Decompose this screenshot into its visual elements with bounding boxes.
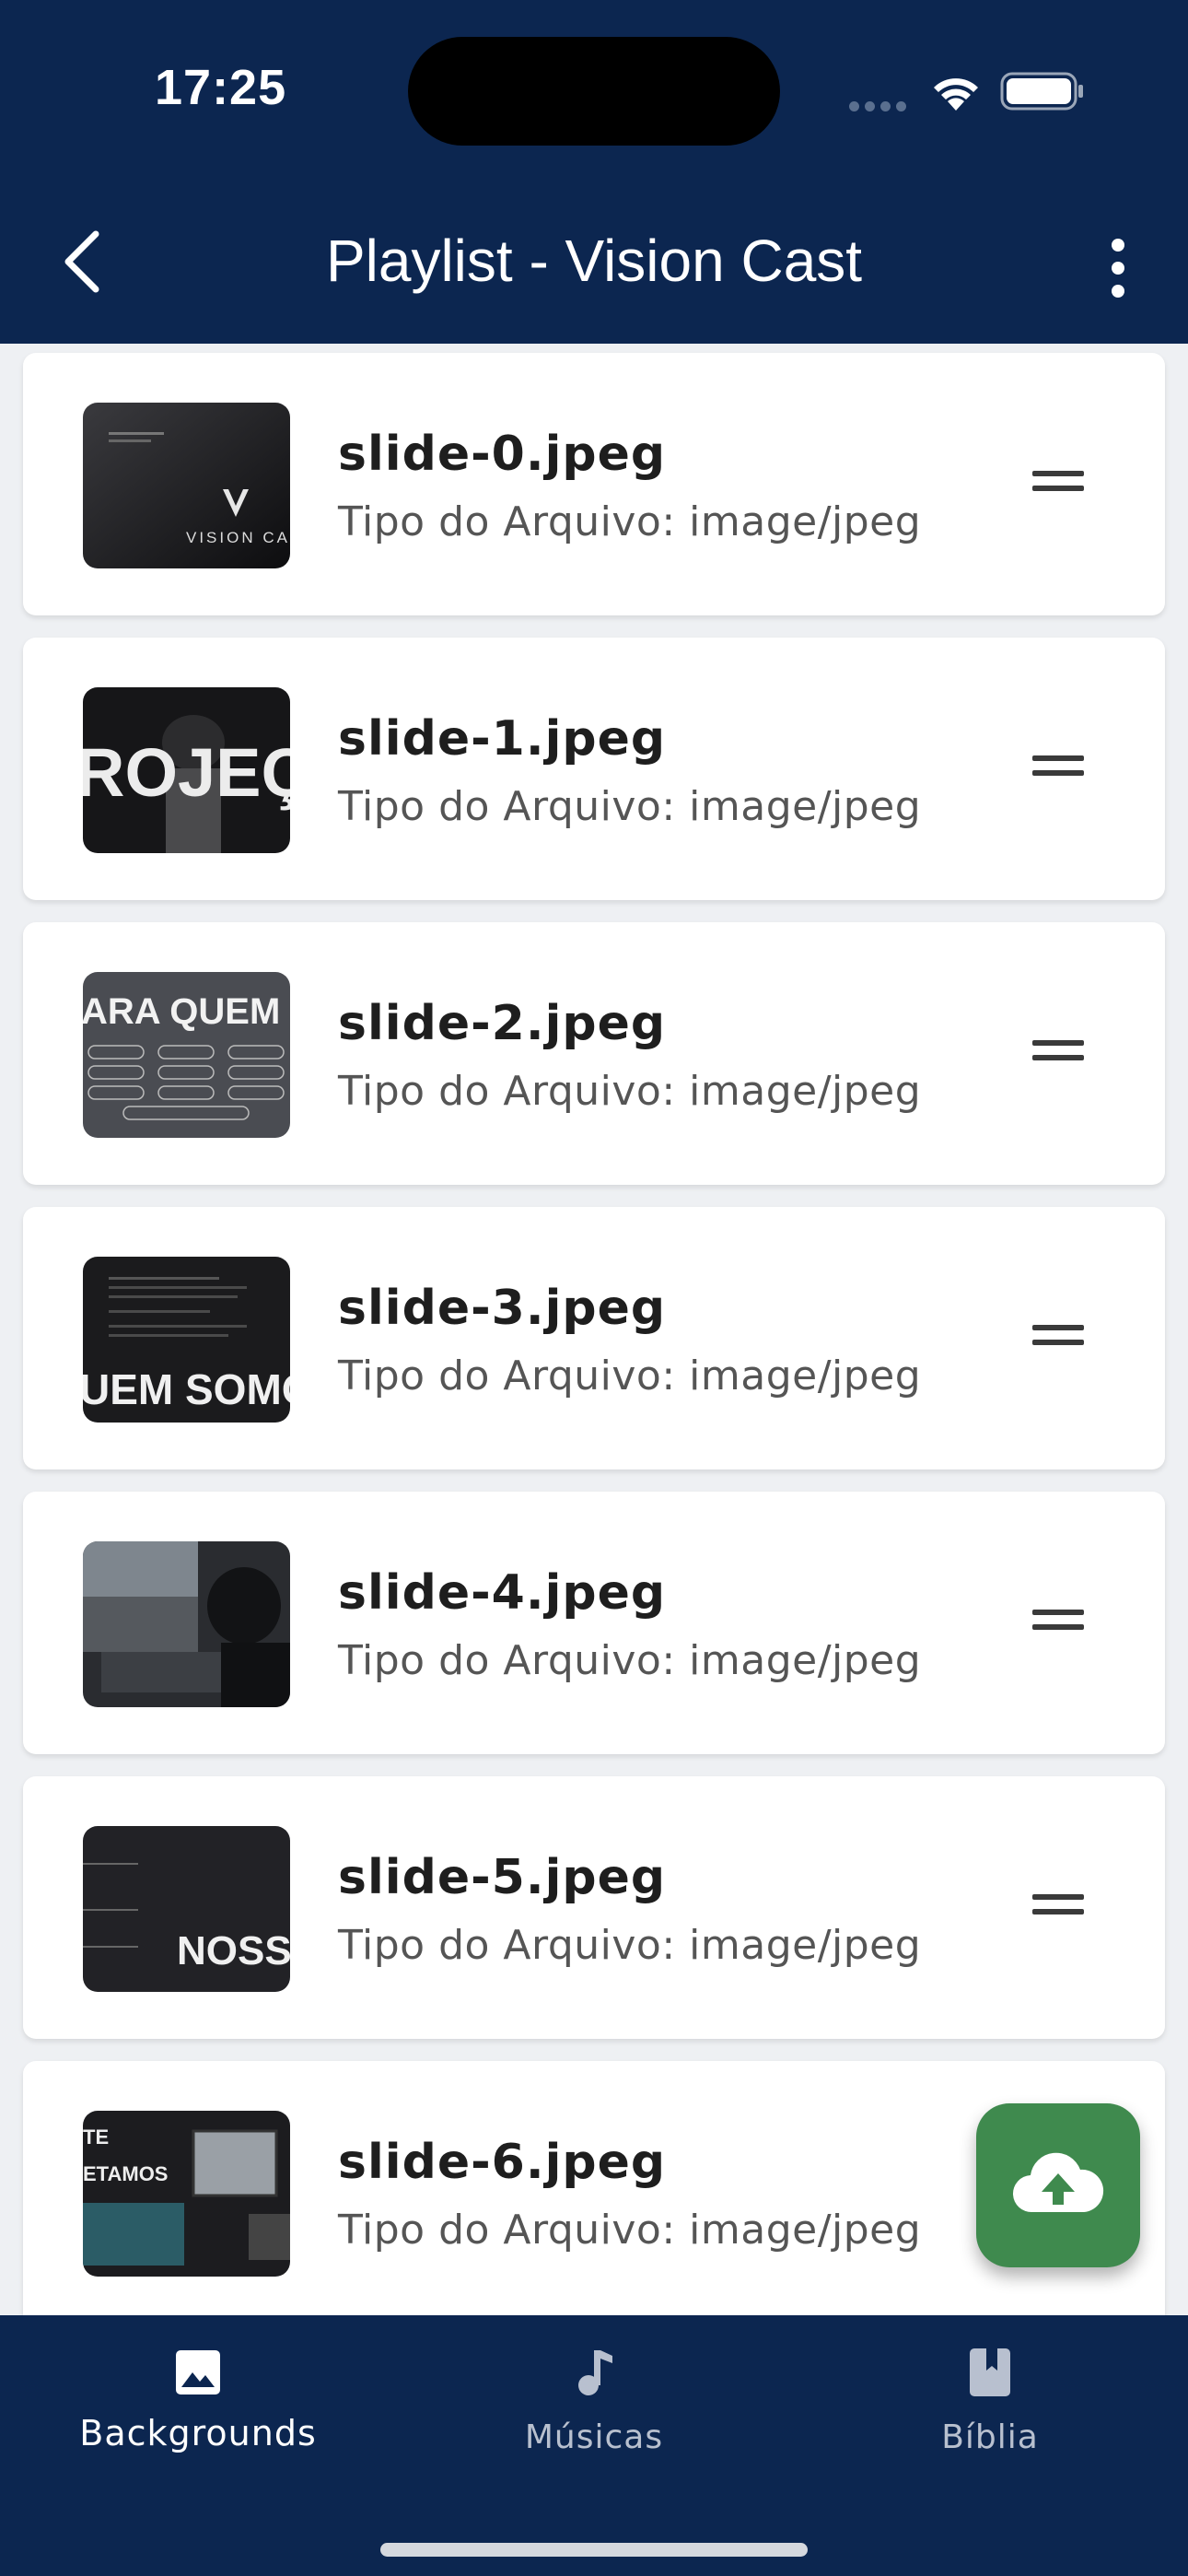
tab-label: Backgrounds (79, 2413, 317, 2453)
drag-handle-icon[interactable] (1032, 1040, 1084, 1066)
svg-text:ROJEÇÃ: ROJEÇÃ (83, 734, 290, 811)
file-thumbnail: NOSSO DI (83, 1826, 290, 1992)
svg-text:TE: TE (83, 2125, 109, 2149)
file-thumbnail: TE ETAMOS (83, 2111, 290, 2277)
file-name: slide-6.jpeg (338, 2135, 667, 2190)
drag-handle-icon[interactable] (1032, 1325, 1084, 1351)
dynamic-island (408, 37, 780, 146)
file-name: slide-2.jpeg (338, 996, 667, 1051)
home-indicator (380, 2543, 808, 2557)
drag-handle-icon[interactable] (1032, 471, 1084, 497)
drag-handle-icon[interactable] (1032, 1610, 1084, 1635)
bottom-navigation: Backgrounds Músicas Bíblia (0, 2315, 1188, 2576)
file-type: Tipo do Arquivo: image/jpeg (338, 1068, 922, 1115)
list-item[interactable]: VISION CAS slide-0.jpeg Tipo do Arquivo:… (23, 353, 1165, 615)
drag-handle-icon[interactable] (1032, 1894, 1084, 1920)
file-type: Tipo do Arquivo: image/jpeg (338, 2207, 922, 2254)
file-thumbnail: ROJEÇÃ (83, 687, 290, 853)
list-item[interactable]: slide-4.jpeg Tipo do Arquivo: image/jpeg (23, 1492, 1165, 1754)
page-title: Playlist - Vision Cast (325, 228, 863, 294)
list-item[interactable]: NOSSO DI slide-5.jpeg Tipo do Arquivo: i… (23, 1776, 1165, 2039)
list-item[interactable]: UEM SOMOS slide-3.jpeg Tipo do Arquivo: … (23, 1207, 1165, 1469)
book-icon (970, 2348, 1010, 2396)
file-thumbnail: ARA QUEM SERVE (83, 972, 290, 1138)
file-name: slide-5.jpeg (338, 1850, 667, 1905)
svg-text:UEM SOMOS: UEM SOMOS (83, 1365, 290, 1413)
upload-button[interactable] (976, 2103, 1140, 2267)
more-vertical-icon (1112, 239, 1124, 252)
music-note-icon (578, 2350, 612, 2395)
app-header: 17:25 Playlist - Vision Cast (0, 0, 1188, 344)
svg-text:ETAMOS: ETAMOS (83, 2162, 168, 2185)
list-item[interactable]: ARA QUEM SERVE slide-2.jpeg Tipo do Arqu… (23, 922, 1165, 1185)
file-type: Tipo do Arquivo: image/jpeg (338, 498, 922, 545)
battery-icon (1000, 72, 1083, 111)
svg-text:NOSSO DI: NOSSO DI (177, 1928, 290, 1973)
file-name: slide-1.jpeg (338, 711, 667, 767)
wifi-icon (934, 78, 978, 111)
more-options-button[interactable] (1101, 232, 1135, 298)
tab-musicas[interactable]: Músicas (396, 2315, 792, 2490)
list-item[interactable]: ROJEÇÃ slide-1.jpeg Tipo do Arquivo: ima… (23, 638, 1165, 900)
file-type: Tipo do Arquivo: image/jpeg (338, 1637, 922, 1684)
file-name: slide-3.jpeg (338, 1281, 667, 1336)
file-name: slide-0.jpeg (338, 427, 667, 482)
tab-backgrounds[interactable]: Backgrounds (0, 2315, 396, 2490)
tab-label: Músicas (524, 2418, 664, 2456)
file-thumbnail (83, 1541, 290, 1707)
file-type: Tipo do Arquivo: image/jpeg (338, 1922, 922, 1969)
drag-handle-icon[interactable] (1032, 755, 1084, 781)
file-thumbnail: VISION CAS (83, 403, 290, 568)
cloud-upload-icon (1012, 2152, 1104, 2213)
cellular-signal-icon (849, 98, 912, 115)
tab-label: Bíblia (941, 2418, 1039, 2456)
svg-text:VISION CAS: VISION CAS (186, 529, 290, 546)
file-type: Tipo do Arquivo: image/jpeg (338, 1352, 922, 1399)
file-type: Tipo do Arquivo: image/jpeg (338, 783, 922, 830)
file-name: slide-4.jpeg (338, 1565, 667, 1621)
image-icon (176, 2350, 220, 2395)
tab-biblia[interactable]: Bíblia (792, 2315, 1188, 2490)
svg-text:ARA QUEM SERVE: ARA QUEM SERVE (83, 991, 290, 1032)
status-time: 17:25 (155, 60, 287, 115)
file-thumbnail: UEM SOMOS (83, 1257, 290, 1423)
